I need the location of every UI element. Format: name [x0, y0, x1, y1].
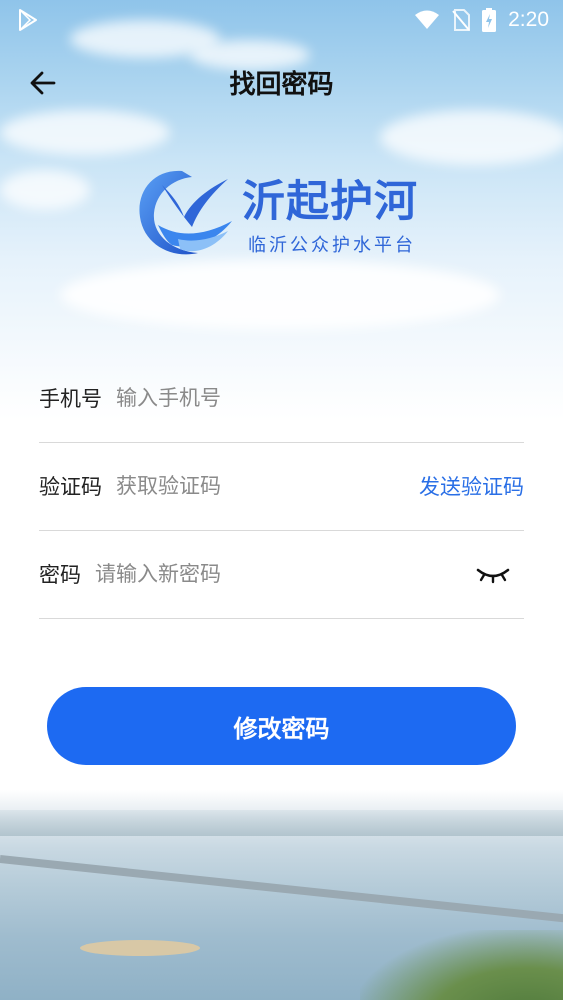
cloud: [0, 170, 90, 210]
river-landscape-background: [0, 790, 563, 1000]
password-label: 密码: [39, 563, 81, 587]
cloud: [380, 110, 563, 165]
city-skyline: [0, 810, 563, 836]
battery-charging-icon: [482, 8, 497, 32]
logo-subtitle: 临沂公众护水平台: [248, 235, 416, 256]
wifi-icon: [415, 10, 440, 29]
verification-code-label: 验证码: [39, 475, 102, 499]
status-bar: 2:20: [0, 0, 563, 40]
new-password-input[interactable]: [95, 562, 476, 586]
verification-code-input[interactable]: [116, 474, 419, 498]
trees: [360, 930, 563, 1000]
phone-input[interactable]: [116, 386, 524, 410]
status-icons: 2:20: [414, 0, 549, 40]
status-time: 2:20: [508, 8, 549, 31]
cloud: [60, 260, 500, 330]
verification-code-row: 验证码 发送验证码: [39, 442, 524, 531]
river-bird-logo-icon: [139, 170, 232, 255]
change-password-button[interactable]: 修改密码: [47, 687, 516, 765]
sandbar: [80, 940, 200, 956]
send-code-button[interactable]: 发送验证码: [419, 471, 524, 501]
eye-closed-icon[interactable]: [476, 564, 510, 584]
password-row: 密码: [39, 530, 524, 619]
phone-row: 手机号: [39, 354, 524, 443]
app-logo: 沂起护河 临沂公众护水平台: [132, 163, 432, 263]
no-sim-icon: [452, 9, 471, 31]
top-bar: 找回密码: [0, 52, 563, 112]
page-title: 找回密码: [229, 70, 334, 100]
phone-label: 手机号: [39, 387, 102, 411]
bridge: [0, 855, 563, 926]
cloud: [0, 110, 170, 155]
play-store-icon: [19, 9, 37, 31]
logo-name: 沂起护河: [242, 177, 418, 227]
